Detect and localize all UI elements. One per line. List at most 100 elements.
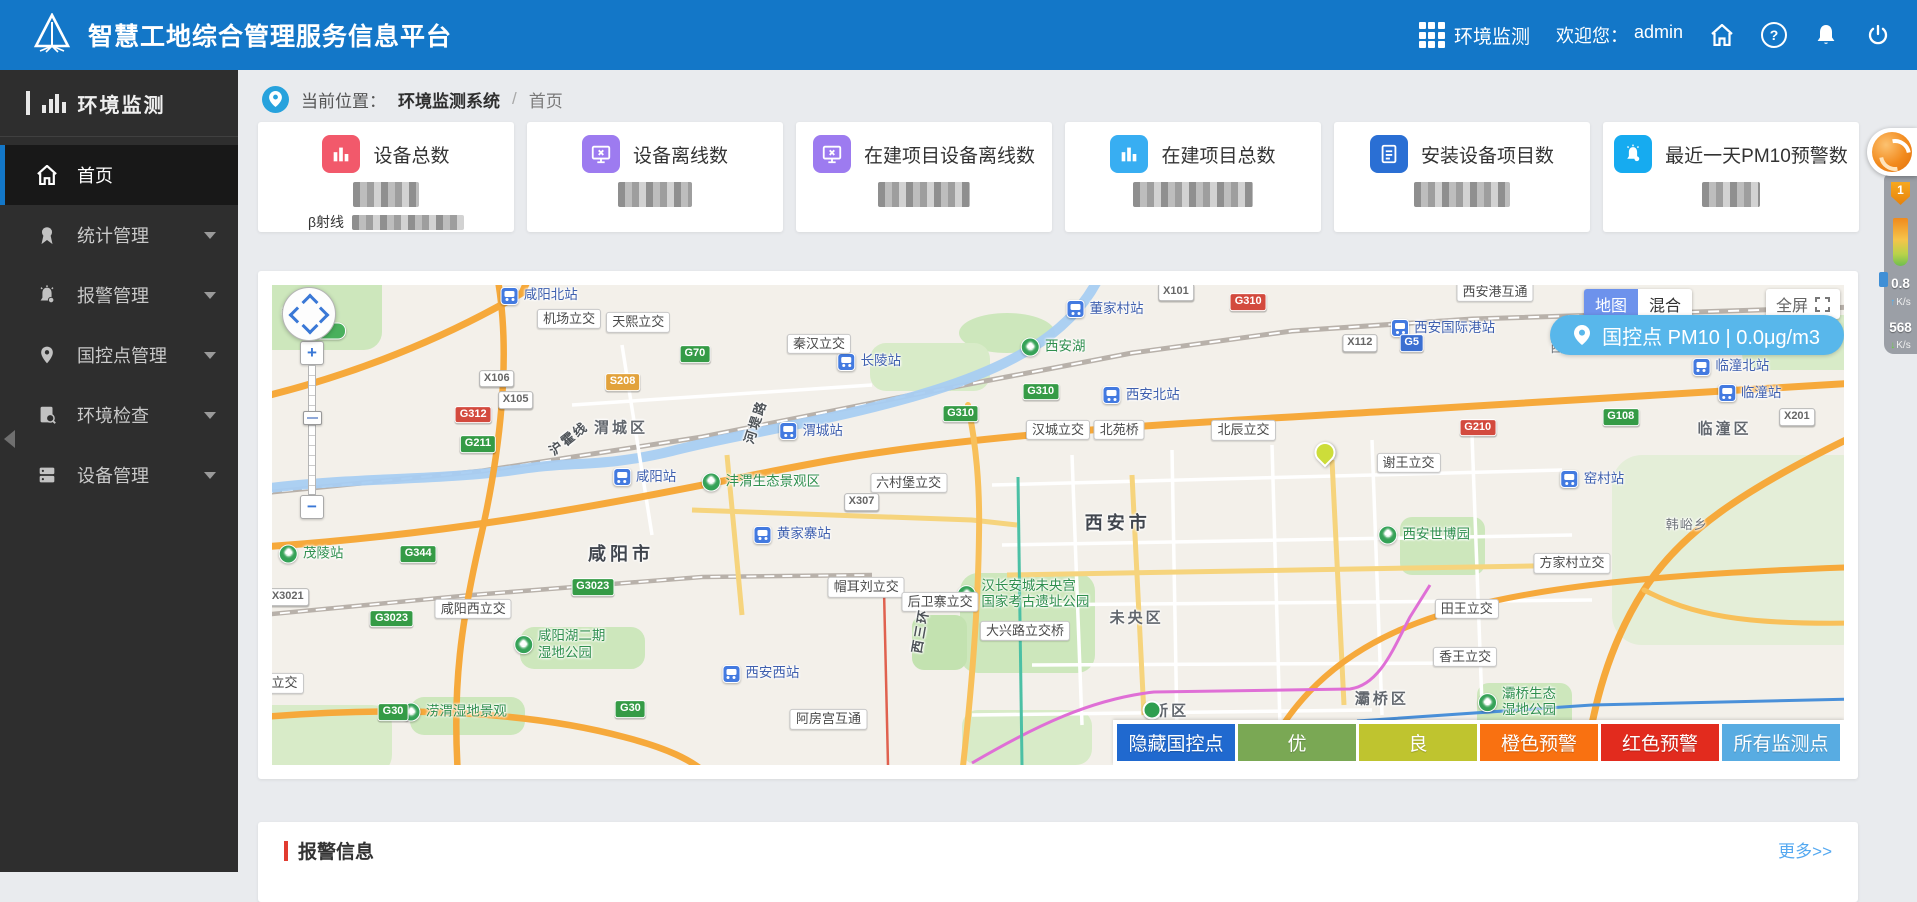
stat-card-设备总数: 设备总数 β射线 [258,122,514,232]
metro-station-icon [753,525,772,544]
home-icon [35,163,59,187]
zoom-slider-track[interactable] [308,365,316,495]
stat-card-title: 设备总数 [373,145,450,167]
pm10-tooltip[interactable]: 国控点 PM10 | 0.0μg/m3 [1550,315,1844,355]
legend-button-优[interactable]: 优 [1238,724,1356,761]
sidebar-item-国控点管理[interactable]: 国控点管理 [0,325,238,385]
sidebar-item-首页[interactable]: 首页 [0,145,238,205]
map-label-label: 立交 [272,673,304,694]
legend-button-红色预警[interactable]: 红色预警 [1601,724,1719,761]
sidebar-menu: 首页 统计管理 报警管理国控点管理环境检查设备管理 [0,145,238,505]
device-icon [35,463,59,487]
map-label-road-name: 西三环 [909,607,932,654]
stat-card-在建项目总数: 在建项目总数 [1065,122,1321,232]
map-label-road-x: X101 [1158,285,1194,302]
stat-extra-label: β射线 [307,214,345,230]
metro-station-icon [1717,384,1736,402]
notifications-bell-icon[interactable] [1813,22,1839,48]
download-manager-chip[interactable] [1879,272,1888,287]
help-icon[interactable]: ? [1761,22,1787,48]
map-label-park: ♣ 咸阳湖二期 湿地公园 [513,628,605,662]
zoom-out-button[interactable]: − [300,495,324,519]
stat-cards-row: 设备总数 β射线 设备离线数 在建项目设备离线数 在建项目总数 安装设备项目数 最近一天PM… [258,122,1859,232]
map-label-label: 秦汉立交 [787,333,852,355]
net-speed-widget[interactable]: 1 0.8 ↑K/s 568 ↓K/s [1884,174,1917,354]
map-label-district: 渭城区 [593,419,648,437]
map-label-road-s: S208 [604,373,641,391]
map-label-road-x: X307 [843,493,880,511]
stat-card-title: 在建项目总数 [1161,145,1276,167]
legend-button-橙色预警[interactable]: 橙色预警 [1480,724,1598,761]
legend-button-所有监测点[interactable]: 所有监测点 [1722,724,1840,761]
alarm-section-title: 报警信息 [284,837,374,864]
park-icon: ♣ [1478,693,1498,713]
alarm-more-link[interactable]: 更多>> [1778,837,1832,862]
map-label-city: 咸阳市 [587,543,654,564]
map-pan-control[interactable] [282,287,336,341]
breadcrumb-system[interactable]: 环境监测系统 [398,87,500,112]
map-label-label: 西安港互通 [1456,285,1534,303]
security-shield-badge[interactable]: 1 [1891,182,1910,205]
metro-station-icon [1560,470,1579,489]
sidebar-item-label: 环境检查 [77,406,149,426]
pan-left-icon[interactable] [288,306,306,324]
map-label-district: 临潼区 [1697,420,1752,438]
park-icon: ♣ [279,544,299,564]
map-label-label: 汉城立交 [1025,419,1091,441]
pm10-tooltip-text: 国控点 PM10 | 0.0μg/m3 [1602,326,1820,349]
chevron-down-icon [204,471,216,479]
chevron-down-icon [204,291,216,299]
stat-card-在建项目设备离线数: 在建项目设备离线数 [796,122,1052,232]
metro-station-icon [1102,386,1121,405]
sidebar-collapse-arrow[interactable] [4,430,15,448]
map-label-station: 临潼北站 [1692,357,1769,376]
sidebar-item-环境检查[interactable]: 环境检查 [0,385,238,445]
legend-button-隐藏国控点[interactable]: 隐藏国控点 [1117,724,1235,761]
monitoring-point-marker[interactable] [1142,700,1162,720]
welcome-text: 欢迎您： admin [1555,22,1683,46]
bar-chart-icon [42,93,66,113]
stat-card-title: 最近一天PM10预警数 [1665,145,1848,167]
pan-right-icon[interactable] [312,306,330,324]
map-label-road-g: G211 [459,435,497,454]
home-icon[interactable] [1709,22,1735,48]
metro-station-icon [722,664,741,683]
browser-assistant-tab[interactable] [1867,128,1917,176]
map-label-road-x: X201 [1778,408,1815,426]
top-header: 智慧工地综合管理服务信息平台 环境监测 欢迎您： admin ? [0,0,1917,70]
pan-up-icon[interactable] [301,293,319,311]
map-label-road-red: G210 [1459,418,1497,437]
platform-logo-icon [30,11,74,58]
monitor-x-icon [812,135,851,173]
app-title: 智慧工地综合管理服务信息平台 [88,23,453,51]
zoom-slider-handle[interactable] [303,411,322,425]
breadcrumb: 当前位置： 环境监测系统 / 首页 [262,82,563,116]
metro-station-icon [500,286,519,305]
map-label-station: 长陵站 [837,352,901,371]
map-label-station: 咸阳北站 [500,286,578,305]
sidebar-item-报警管理[interactable]: 报警管理 [0,265,238,325]
logout-power-icon[interactable] [1865,22,1891,48]
module-switcher[interactable]: 环境监测 [1418,22,1530,49]
map-label-park: ♣ 灞桥生态 湿地公园 [1478,686,1556,720]
pan-down-icon[interactable] [301,317,319,335]
metro-station-icon [1692,357,1711,376]
sidebar-item-label: 国控点管理 [77,346,167,366]
zoom-in-button[interactable]: + [300,341,324,365]
map-label-road-x: X112 [1342,334,1378,352]
map-label-label: 方家村立交 [1533,553,1611,574]
stat-value-masked [353,182,419,207]
download-speed: 568 ↓K/s [1889,319,1912,352]
stat-value-masked [618,182,692,207]
monitoring-point-pin[interactable] [1310,437,1341,467]
map[interactable]: 咸阳北站 董家村站 西安国际港站 临潼北站 临潼站 长陵站 渭城站 西安北站 咸阳站 黄家寨站 窑村… [272,285,1844,765]
map-label-street: 韩峪乡 [1665,516,1708,532]
fullscreen-icon [1815,296,1830,312]
map-label-label: 天熙立交 [606,312,671,333]
legend-button-良[interactable]: 良 [1359,724,1477,761]
upload-speed: 0.8 ↑K/s [1890,276,1911,308]
breadcrumb-current[interactable]: 首页 [529,87,563,112]
sidebar-item-统计管理[interactable]: 统计管理 [0,205,238,265]
sidebar-item-设备管理[interactable]: 设备管理 [0,445,238,505]
apps-grid-icon [1418,22,1445,48]
